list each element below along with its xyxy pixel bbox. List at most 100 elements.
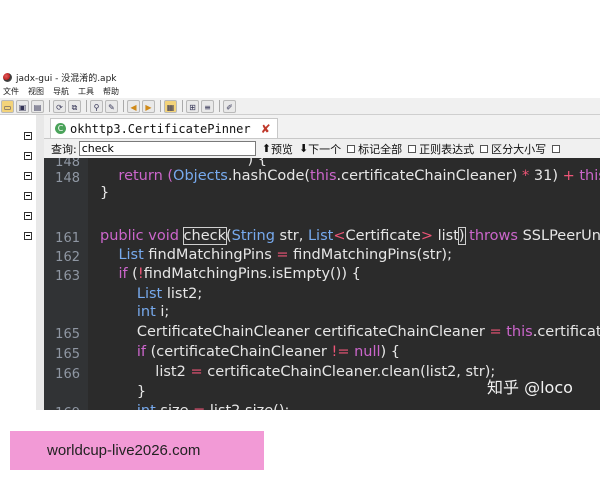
code-token: Certificate [345, 228, 421, 244]
forward-icon[interactable]: ▶ [142, 99, 155, 113]
line-number: 148 [55, 171, 80, 186]
code-token: > [420, 228, 433, 244]
regex-option[interactable]: 正则表达式 [408, 141, 474, 157]
regex-checkbox[interactable] [408, 144, 417, 153]
next-option[interactable]: ⬇ 下一个 [299, 141, 341, 157]
tree-collapse-icon[interactable] [24, 172, 32, 180]
code-line: List findMatchingPins = findMatchingPins… [100, 247, 452, 263]
menu-help[interactable]: 帮助 [100, 86, 125, 97]
sync-icon[interactable]: ⟳ [53, 99, 66, 113]
code-token: throws [464, 228, 523, 244]
code-token: CertificateChainCleaner certificateChain… [100, 324, 490, 340]
code-token: public void [100, 228, 184, 244]
code-token: this [310, 168, 337, 184]
footer-badge: worldcup-live2026.com [10, 431, 264, 470]
line-number-gutter: 148148 161 162 163 165 165 166 169 [44, 158, 88, 410]
code-line: return (Objects.hashCode(this.certificat… [100, 168, 600, 184]
title-bar: jadx-gui - 没混淆的.apk [0, 69, 600, 85]
menu-file[interactable]: 文件 [0, 86, 25, 97]
code-token: size [156, 403, 193, 410]
line-number: 161 [55, 231, 80, 246]
regex-label: 正则表达式 [419, 142, 475, 156]
menu-tools[interactable]: 工具 [75, 86, 100, 97]
code-line: if (!findMatchingPins.isEmpty()) { [100, 266, 361, 282]
code-token: int [137, 403, 156, 410]
preview-option[interactable]: ⬆ 预览 [262, 141, 293, 157]
deobfuscation-icon[interactable]: ⊞ [186, 99, 199, 113]
line-number: 148 [55, 158, 80, 170]
tree-scrollbar[interactable] [36, 115, 44, 410]
line-number: 166 [55, 367, 80, 382]
tab-certificate-pinner[interactable]: C okhttp3.CertificatePinner ✘ [50, 118, 278, 138]
toolbar-separator [182, 100, 183, 112]
code-line: ) { [100, 158, 267, 168]
code-token: int [136, 304, 156, 320]
line-number: 165 [55, 327, 80, 342]
match-case-label: 区分大小写 [491, 142, 547, 156]
decompile-all-icon[interactable]: ▦ [164, 99, 177, 113]
code-token: list2.size(); [205, 403, 289, 410]
code-token: Objects [173, 168, 228, 184]
whole-word-checkbox[interactable] [552, 144, 561, 153]
code-line: } [100, 185, 109, 201]
code-token: list [432, 228, 459, 244]
code-token: String [231, 228, 275, 244]
mark-all-label: 标记全部 [358, 142, 403, 156]
code-token: } [100, 384, 147, 400]
menu-navigation[interactable]: 导航 [50, 86, 75, 97]
code-token: this [506, 324, 533, 340]
close-icon[interactable]: ✘ [261, 122, 271, 136]
tree-collapse-icon[interactable] [24, 192, 32, 200]
code-token: ) { [100, 158, 267, 168]
code-line: list2 = certificateChainCleaner.clean(li… [100, 364, 495, 380]
export-icon[interactable]: ⧉ [68, 99, 81, 113]
code-token: .hashCode( [227, 168, 311, 184]
settings-icon[interactable]: ✐ [223, 99, 236, 113]
log-icon[interactable]: ≡ [201, 99, 214, 113]
code-token: check [182, 227, 227, 245]
code-editor[interactable]: 148148 161 162 163 165 165 166 169 ) { return (… [44, 158, 600, 410]
tree-collapse-icon[interactable] [24, 132, 32, 140]
search-label: 查询: [51, 142, 77, 156]
code-line: public void check(String str, List<Certi… [100, 227, 600, 245]
line-number: 162 [55, 250, 80, 265]
code-token: = [276, 247, 289, 263]
find-icon[interactable]: ⚲ [90, 99, 103, 113]
mark-all-checkbox[interactable] [347, 144, 356, 153]
code-token: } [100, 185, 110, 201]
tree-collapse-icon[interactable] [24, 152, 32, 160]
code-token: this [579, 168, 600, 184]
toolbar: ▭ ▣ ▤ ⟳ ⧉ ⚲ ✎ ◀ ▶ ▦ ⊞ ≡ ✐ [0, 98, 600, 115]
toolbar-separator [160, 100, 161, 112]
match-case-option[interactable]: 区分大小写 [480, 141, 546, 157]
next-label: 下一个 [308, 142, 342, 156]
toolbar-separator [219, 100, 220, 112]
open-folder-icon[interactable]: ▭ [1, 99, 14, 113]
save-icon[interactable]: ▣ [16, 99, 29, 113]
toolbar-separator [86, 100, 87, 112]
line-number: 169 [44, 406, 80, 410]
code-token: findMatchingPins.isEmpty()) { [143, 266, 361, 282]
code-token: (certificateChainCleaner [146, 344, 332, 360]
search-input[interactable] [78, 141, 256, 156]
arrow-down-icon: ⬇ [298, 142, 309, 155]
match-case-checkbox[interactable] [480, 144, 489, 153]
code-token: list2; [162, 286, 203, 302]
code-line: if (certificateChainCleaner != null) { [100, 344, 400, 360]
save-all-icon[interactable]: ▤ [31, 99, 44, 113]
code-token: if [136, 344, 147, 360]
menu-bar: 文件 视图 导航 工具 帮助 [0, 85, 600, 98]
code-token: null [354, 344, 381, 360]
tree-collapse-icon[interactable] [24, 212, 32, 220]
code-line: } [100, 384, 146, 400]
back-icon[interactable]: ◀ [127, 99, 140, 113]
whole-word-option[interactable] [552, 144, 563, 153]
footer-text: worldcup-live2026.com [47, 442, 201, 459]
menu-view[interactable]: 视图 [25, 86, 50, 97]
tree-collapse-icon[interactable] [24, 232, 32, 240]
class-search-icon[interactable]: ✎ [105, 99, 118, 113]
code-token: if [118, 266, 128, 282]
mark-all-option[interactable]: 标记全部 [347, 141, 402, 157]
